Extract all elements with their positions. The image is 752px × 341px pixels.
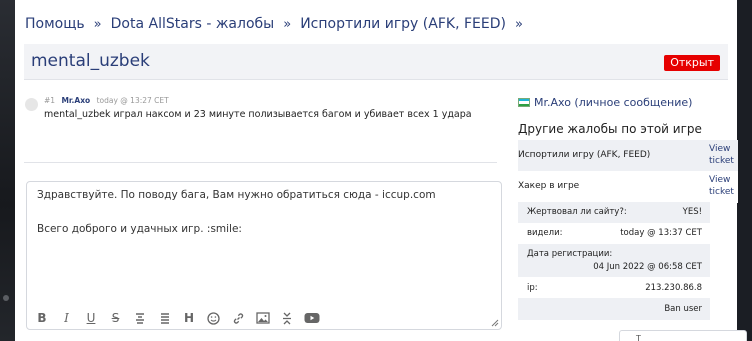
breadcrumb-item-help[interactable]: Помощь: [25, 16, 85, 32]
info-value: 213.230.86.8: [645, 283, 702, 293]
link-icon[interactable]: [230, 310, 246, 326]
breadcrumb-item-dota-complaints[interactable]: Dota AllStars - жалобы: [111, 16, 275, 32]
italic-label: I: [64, 311, 69, 325]
editor-text-line[interactable]: Всего доброго и удачных игр. :smile:: [37, 223, 242, 235]
breadcrumb-separator: »: [514, 16, 523, 32]
info-row-ban: Ban user: [518, 298, 710, 320]
post-meta: #1 Mr.Axo today @ 13:27 CET: [44, 96, 169, 105]
editor-toolbar: B I U S H: [34, 310, 328, 326]
info-value: today @ 13:37 CET: [620, 228, 702, 238]
bold-icon[interactable]: B: [34, 310, 50, 326]
youtube-icon[interactable]: [304, 310, 320, 326]
collapse-icon[interactable]: [279, 310, 295, 326]
heading-icon[interactable]: H: [181, 310, 197, 326]
background-left-edge: [0, 0, 15, 341]
avatar: [25, 98, 38, 111]
info-row-registered: Дата регистрации: 04 Jun 2022 @ 06:58 CE…: [518, 244, 710, 277]
ticket-header: mental_uzbek Открыт: [24, 44, 728, 80]
emoji-icon[interactable]: [206, 310, 222, 326]
page-title: mental_uzbek: [31, 51, 150, 71]
reply-editor[interactable]: Здравствуйте. По поводу бага, Вам нужно …: [26, 181, 502, 330]
status-badge: Открыт: [664, 55, 720, 71]
uzbekistan-flag-icon: [518, 98, 530, 107]
italic-icon[interactable]: I: [59, 310, 75, 326]
other-complaints-heading: Другие жалобы по этой игре: [518, 122, 702, 136]
post-number: #1: [44, 96, 56, 105]
heading-label: H: [183, 311, 195, 325]
post-body: mental_uzbek играл наксом и 23 минуте по…: [44, 109, 472, 120]
ban-user-link[interactable]: Ban user: [664, 304, 702, 314]
underline-icon[interactable]: U: [83, 310, 99, 326]
info-value: YES!: [682, 207, 702, 217]
breadcrumb-item-ruined-game[interactable]: Испортили игру (AFK, FEED): [300, 16, 506, 32]
view-ticket-link[interactable]: View ticket: [709, 174, 739, 198]
list-item: Хакер в игре View ticket: [518, 171, 738, 203]
strikethrough-icon[interactable]: S: [108, 310, 124, 326]
other-ticket-name: Хакер в игре: [518, 181, 580, 191]
user-info-box: Жертвовал ли сайту?: YES! видели: today …: [518, 202, 738, 322]
page-content: Помощь » Dota AllStars - жалобы » Испорт…: [15, 0, 747, 341]
breadcrumb-separator: »: [93, 16, 102, 32]
info-label: видели:: [527, 228, 563, 238]
post-timestamp: today @ 13:27 CET: [96, 96, 169, 105]
bottom-widget-text: T: [636, 334, 641, 341]
bold-label: B: [37, 311, 47, 325]
info-label: ip:: [527, 283, 538, 293]
image-icon[interactable]: [255, 310, 271, 326]
info-row-seen: видели: today @ 13:37 CET: [518, 223, 710, 244]
other-ticket-name: Испортили игру (AFK, FEED): [518, 150, 651, 160]
info-label: Жертвовал ли сайту?:: [527, 207, 627, 217]
editor-text-line[interactable]: Здравствуйте. По поводу бага, Вам нужно …: [37, 189, 436, 201]
resize-handle-icon[interactable]: [491, 319, 499, 327]
breadcrumb: Помощь » Dota AllStars - жалобы » Испорт…: [25, 14, 532, 34]
info-label: Дата регистрации:: [527, 249, 613, 259]
breadcrumb-separator: »: [283, 16, 292, 32]
underline-label: U: [86, 311, 96, 325]
view-ticket-link[interactable]: View ticket: [709, 143, 739, 167]
private-message-label: Mr.Axo (личное сообщение): [534, 96, 693, 109]
info-row-donated: Жертвовал ли сайту?: YES!: [518, 202, 710, 223]
private-message-link[interactable]: Mr.Axo (личное сообщение): [518, 96, 692, 109]
bottom-widget[interactable]: T: [619, 330, 747, 341]
align-left-icon[interactable]: [157, 310, 173, 326]
align-center-icon[interactable]: [132, 310, 148, 326]
info-value: 04 Jun 2022 @ 06:58 CET: [593, 262, 702, 272]
divider: [24, 162, 497, 163]
background-right-edge: [737, 0, 752, 341]
list-item: Испортили игру (AFK, FEED) View ticket: [518, 140, 738, 172]
info-row-ip: ip: 213.230.86.8: [518, 277, 710, 298]
strike-label: S: [111, 311, 120, 325]
post-author-link[interactable]: Mr.Axo: [61, 96, 90, 105]
background-decoration: [3, 295, 9, 301]
